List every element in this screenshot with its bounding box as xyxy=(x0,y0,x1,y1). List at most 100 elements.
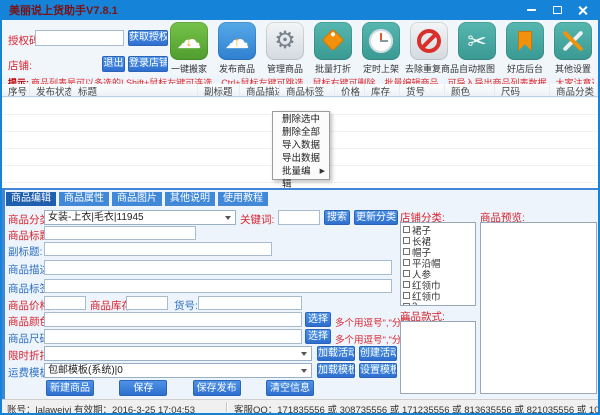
status-divider xyxy=(226,402,227,412)
shop-label: 店铺: xyxy=(8,58,32,73)
shipping-template-select[interactable]: 包邮模板(系统)|0 xyxy=(44,363,312,378)
table-column-header[interactable]: 标题 xyxy=(72,84,198,96)
sku-input[interactable] xyxy=(198,296,302,310)
menu-item-export-data[interactable]: 导出数据 xyxy=(273,152,329,165)
toolbar-item-discount[interactable]: 批量打折 xyxy=(309,22,357,75)
tab-tutorial[interactable]: 使用教程 xyxy=(218,192,268,206)
bookmark-icon xyxy=(506,22,544,60)
price-input[interactable] xyxy=(44,296,86,310)
menu-item-delete-all[interactable]: 删除全部 xyxy=(273,126,329,139)
checkbox-icon[interactable] xyxy=(403,237,410,244)
tab-other-notes[interactable]: 其他说明 xyxy=(165,192,215,206)
scissors-icon: ✂ xyxy=(458,22,496,60)
size-input[interactable] xyxy=(44,329,302,344)
account-status: 账号：lalaweiyi 有效期：2016-3-25 17:04:53 xyxy=(7,402,195,415)
toolbar-item-settings[interactable]: 其他设置 xyxy=(549,22,597,75)
load-template-button[interactable]: 加载模板 xyxy=(317,363,355,378)
status-bar: 账号：lalaweiyi 有效期：2016-3-25 17:04:53 客服QQ… xyxy=(2,399,598,413)
save-button[interactable]: 保存 xyxy=(119,380,167,396)
table-header: 序号 发布状态 标题 副标题 商品描述 商品标签 价格 库存 货号 颜色 尺码 … xyxy=(2,84,598,97)
titlebar[interactable]: 美丽说上货助手V7.8.1 xyxy=(0,0,600,20)
app-window: 美丽说上货助手V7.8.1 授权码: 获取授权 店铺: 退出 登录店铺 ☁↓ 一… xyxy=(0,0,600,415)
table-column-header[interactable]: 尺码 xyxy=(495,84,550,96)
menu-item-import-data[interactable]: 导入数据 xyxy=(273,139,329,152)
checkbox-icon[interactable] xyxy=(403,259,410,266)
description-input[interactable] xyxy=(44,260,392,275)
keyword-input[interactable] xyxy=(278,210,320,225)
save-publish-button[interactable]: 保存发布 xyxy=(193,380,241,396)
close-icon[interactable] xyxy=(576,3,590,17)
toolbar-item-dedupe[interactable]: 去除重复商品 xyxy=(405,22,453,75)
search-button[interactable]: 搜索 xyxy=(324,210,350,225)
chevron-down-icon xyxy=(301,369,307,373)
minimize-icon[interactable] xyxy=(524,3,538,17)
tag-icon xyxy=(314,22,352,60)
table-column-header[interactable]: 货号 xyxy=(400,84,445,96)
product-title-input[interactable] xyxy=(44,226,196,240)
window-title: 美丽说上货助手V7.8.1 xyxy=(0,2,118,18)
form-actions: 新建商品 保存 保存发布 清空信息 xyxy=(46,380,314,396)
support-qq: 客服QQ：171835556 或 308735556 或 171235556 或… xyxy=(234,402,600,415)
clear-info-button[interactable]: 清空信息 xyxy=(266,380,314,396)
set-template-button[interactable]: 设置模板 xyxy=(359,363,397,378)
chevron-down-icon xyxy=(301,352,307,356)
shop-category-label: 2 xyxy=(412,301,417,306)
login-shop-button[interactable]: 登录店铺 xyxy=(128,56,168,72)
category-select[interactable]: 女装-上衣|毛衣|11945 xyxy=(44,210,236,225)
toolbar: ☁↓ 一键搬家 ☁↑ 发布商品 ⚙ 管理商品 批量打折 定时上架 去除重复商品 … xyxy=(165,22,598,75)
context-menu: 删除选中 删除全部 导入数据 导出数据 批量编辑▶ xyxy=(272,111,330,180)
gear-icon: ⚙ xyxy=(266,22,304,60)
checkbox-icon[interactable] xyxy=(403,248,410,255)
table-column-header[interactable]: 价格 xyxy=(335,84,365,96)
logout-button[interactable]: 退出 xyxy=(102,56,125,72)
new-product-button[interactable]: 新建商品 xyxy=(46,380,94,396)
menu-item-delete-selected[interactable]: 删除选中 xyxy=(273,113,329,126)
shop-category-item[interactable]: 红领巾 xyxy=(403,290,473,301)
maximize-icon[interactable] xyxy=(550,3,564,17)
choose-color-button[interactable]: 选择 xyxy=(305,312,331,327)
toolbar-item-schedule[interactable]: 定时上架 xyxy=(357,22,405,75)
table-column-header[interactable]: 商品标签 xyxy=(280,84,335,96)
tab-product-edit[interactable]: 商品编辑 xyxy=(6,192,56,206)
table-column-header[interactable]: 商品分类 xyxy=(550,84,598,96)
preview-box xyxy=(480,222,597,394)
keyword-label: 关键词: xyxy=(240,212,274,227)
table-column-header[interactable]: 序号 xyxy=(2,84,30,96)
menu-item-batch-edit[interactable]: 批量编辑▶ xyxy=(273,165,329,178)
tab-bar: 商品编辑 商品属性 商品图片 其他说明 使用教程 xyxy=(6,192,268,206)
table-column-header[interactable]: 商品描述 xyxy=(240,84,280,96)
toolbar-item-publish[interactable]: ☁↑ 发布商品 xyxy=(213,22,261,75)
chevron-down-icon xyxy=(225,216,231,220)
checkbox-icon[interactable] xyxy=(403,292,410,299)
choose-size-button[interactable]: 选择 xyxy=(305,329,331,344)
shop-category-listbox[interactable]: 裙子 长裙 帽子 平沿帽 人参 红领巾 红领巾 2 xyxy=(400,222,476,306)
stock-input[interactable] xyxy=(126,296,168,310)
checkbox-icon[interactable] xyxy=(403,303,410,306)
toolbar-item-move-shop[interactable]: ☁↓ 一键搬家 xyxy=(165,22,213,75)
table-column-header[interactable]: 颜色 xyxy=(445,84,495,96)
auth-code-input[interactable] xyxy=(35,30,124,46)
checkbox-icon[interactable] xyxy=(403,281,410,288)
checkbox-icon[interactable] xyxy=(403,270,410,277)
checkbox-icon[interactable] xyxy=(403,226,410,233)
subtitle-input[interactable] xyxy=(44,242,272,256)
toolbar-item-shop-admin[interactable]: 好店后台 xyxy=(501,22,549,75)
toolbar-item-cutout[interactable]: ✂ 自动抠图 xyxy=(453,22,501,75)
table-column-header[interactable]: 副标题 xyxy=(198,84,240,96)
get-auth-button[interactable]: 获取授权 xyxy=(128,30,168,46)
no-entry-icon xyxy=(410,22,448,60)
tab-product-attrs[interactable]: 商品属性 xyxy=(59,192,109,206)
toolbar-item-manage[interactable]: ⚙ 管理商品 xyxy=(261,22,309,75)
update-category-button[interactable]: 更新分类 xyxy=(354,210,398,225)
tab-product-images[interactable]: 商品图片 xyxy=(112,192,162,206)
sku-label: 货号: xyxy=(174,298,198,313)
table-column-header[interactable]: 库存 xyxy=(365,84,400,96)
table-column-header[interactable]: 发布状态 xyxy=(30,84,72,96)
discount-select[interactable] xyxy=(44,346,312,361)
color-input[interactable] xyxy=(44,312,302,327)
load-activity-button[interactable]: 加载活动 xyxy=(317,346,355,361)
create-activity-button[interactable]: 创建活动 xyxy=(359,346,397,361)
tools-icon xyxy=(554,22,592,60)
cloud-upload-icon: ☁↑ xyxy=(218,22,256,60)
tag-input[interactable] xyxy=(44,279,392,293)
